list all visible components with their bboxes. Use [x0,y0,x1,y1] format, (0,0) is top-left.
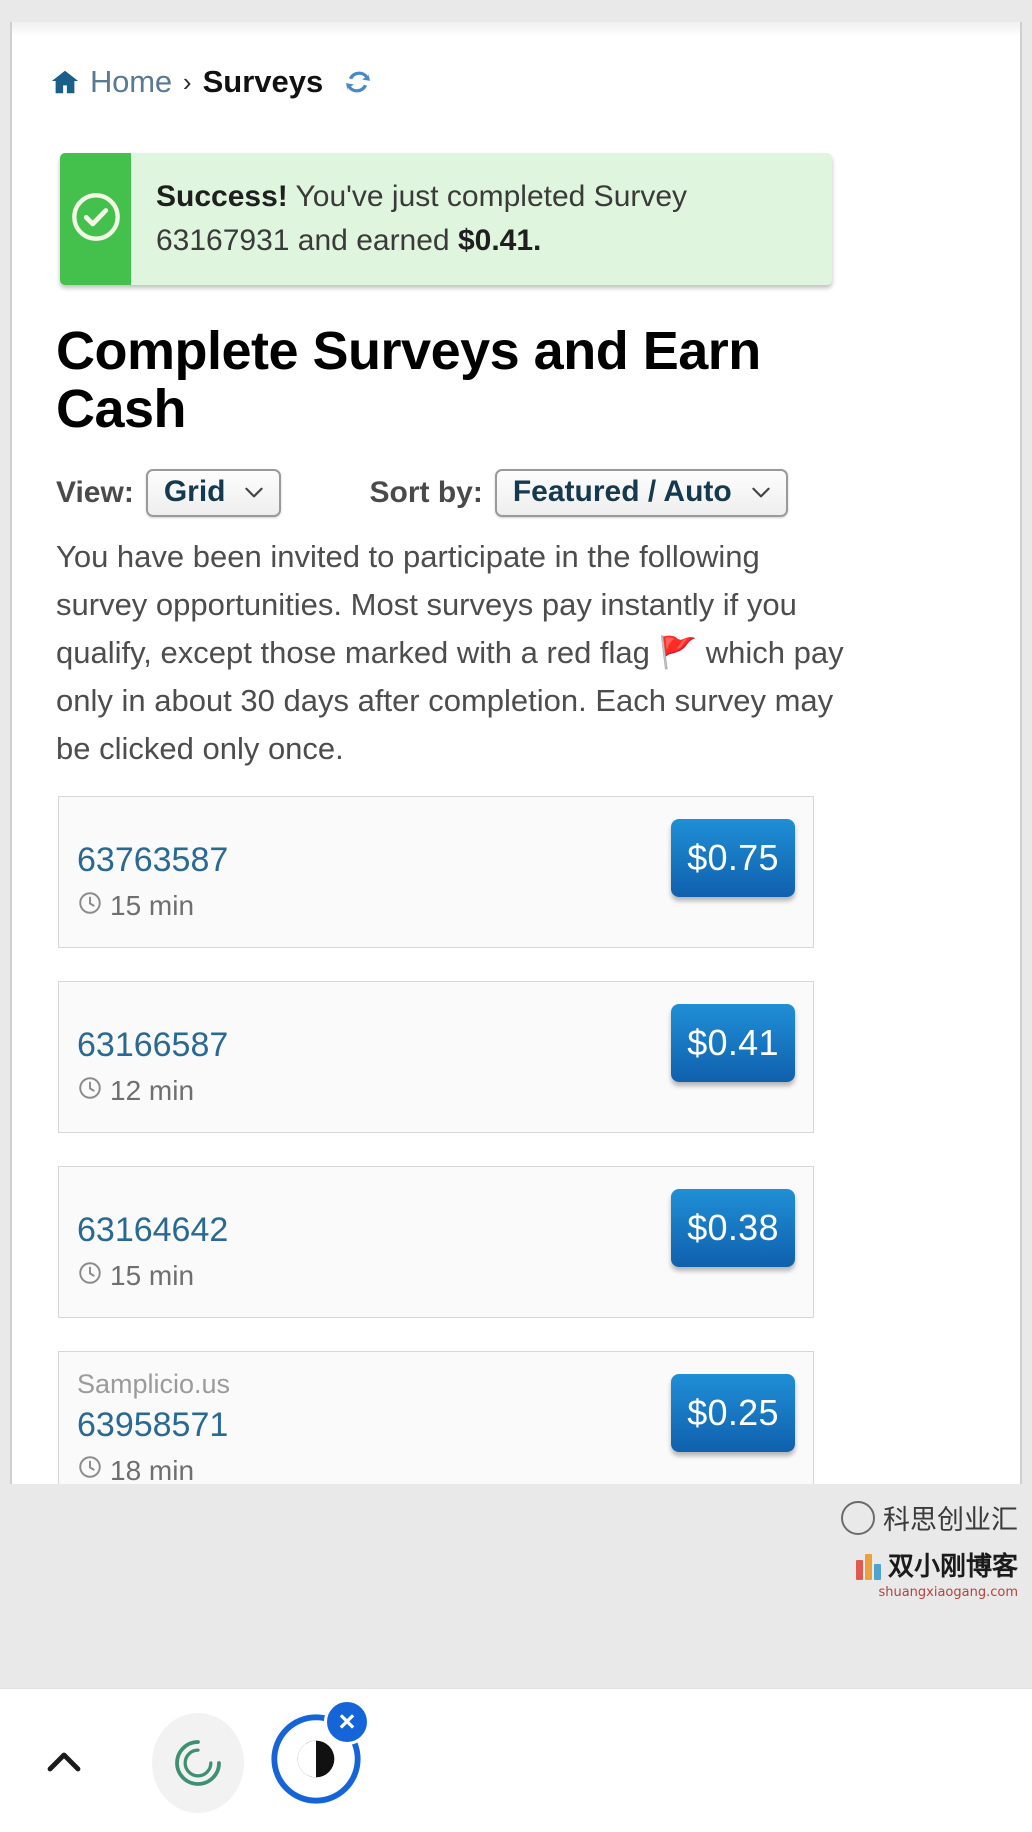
mobile-screen: Home › Surveys Success! You've just comp… [0,0,1032,1832]
bottom-bar: × [0,1688,1032,1832]
clock-icon [77,1075,103,1108]
survey-duration-text: 12 min [110,1075,195,1106]
list-controls: View: Grid Sort by: Featured / Auto [56,469,836,517]
sort-select-value: Featured / Auto [512,475,732,508]
survey-card[interactable]: 63166587 12 min $0.41 [58,981,814,1133]
intro-paragraph: You have been invited to participate in … [56,539,844,767]
breadcrumb-home-link[interactable]: Home [90,64,172,100]
survey-duration-text: 18 min [110,1454,195,1484]
view-label: View: [56,476,134,509]
chevron-up-icon[interactable] [40,1737,88,1790]
page-title: Complete Surveys and Earn Cash [56,321,761,440]
survey-price-button[interactable]: $0.25 [671,1374,795,1452]
survey-duration-text: 15 min [110,1260,195,1291]
watermark-account: 科思创业汇 [658,1498,1018,1537]
watermark: 科思创业汇 双小刚博客 shuangxiaogang.com [658,1498,1018,1600]
watermark-logo-icon [841,1500,875,1535]
refresh-icon[interactable] [343,67,373,97]
view-select[interactable]: Grid [145,469,282,517]
watermark-account-name: 科思创业汇 [883,1505,1018,1536]
alert-amount: $0.41. [457,224,542,258]
watermark-blog: 双小刚博客 [658,1546,1018,1583]
alert-accent-bar [60,153,131,286]
survey-duration: 18 min [77,1454,789,1484]
survey-price-button[interactable]: $0.75 [671,819,795,897]
chevron-down-icon [241,479,267,505]
survey-card[interactable]: 63164642 15 min $0.38 [58,1166,814,1318]
breadcrumb: Home › Surveys [50,64,373,100]
survey-price-button[interactable]: $0.41 [671,1004,795,1082]
page-top-shade [12,22,1020,36]
survey-card[interactable]: 63763587 15 min $0.75 [58,796,814,948]
clock-icon [77,1454,103,1484]
survey-card[interactable]: Samplicio.us 63958571 18 min $0.25 [58,1351,814,1484]
sort-control-group: Sort by: Featured / Auto [369,469,788,517]
close-icon[interactable]: × [324,1699,370,1745]
breadcrumb-current: Surveys [202,64,324,99]
survey-card-list: 63763587 15 min $0.75 63166587 12 min $0… [58,796,814,1484]
chevron-down-icon [748,479,774,505]
survey-duration-text: 15 min [110,890,195,921]
watermark-bars-icon [855,1550,881,1580]
alert-message: Success! You've just completed Survey 63… [131,153,832,285]
home-icon[interactable] [50,67,80,97]
check-circle-icon [70,191,122,248]
loading-spinner-icon[interactable] [152,1713,244,1813]
sort-label: Sort by: [369,476,483,509]
clock-icon [77,890,103,923]
success-alert: Success! You've just completed Survey 63… [60,153,832,286]
page-content: Home › Surveys Success! You've just comp… [10,22,1022,1484]
clock-icon [77,1260,103,1293]
survey-price-button[interactable]: $0.38 [671,1189,795,1267]
view-select-value: Grid [163,475,226,508]
view-control-group: View: Grid [56,469,282,517]
watermark-blog-name: 双小刚博客 [887,1552,1018,1582]
alert-strong-text: Success! [156,180,288,213]
breadcrumb-separator: › [182,66,192,97]
watermark-url: shuangxiaogang.com [878,1585,1018,1600]
sort-select[interactable]: Featured / Auto [494,469,788,517]
globe-icon[interactable]: × [266,1699,370,1809]
